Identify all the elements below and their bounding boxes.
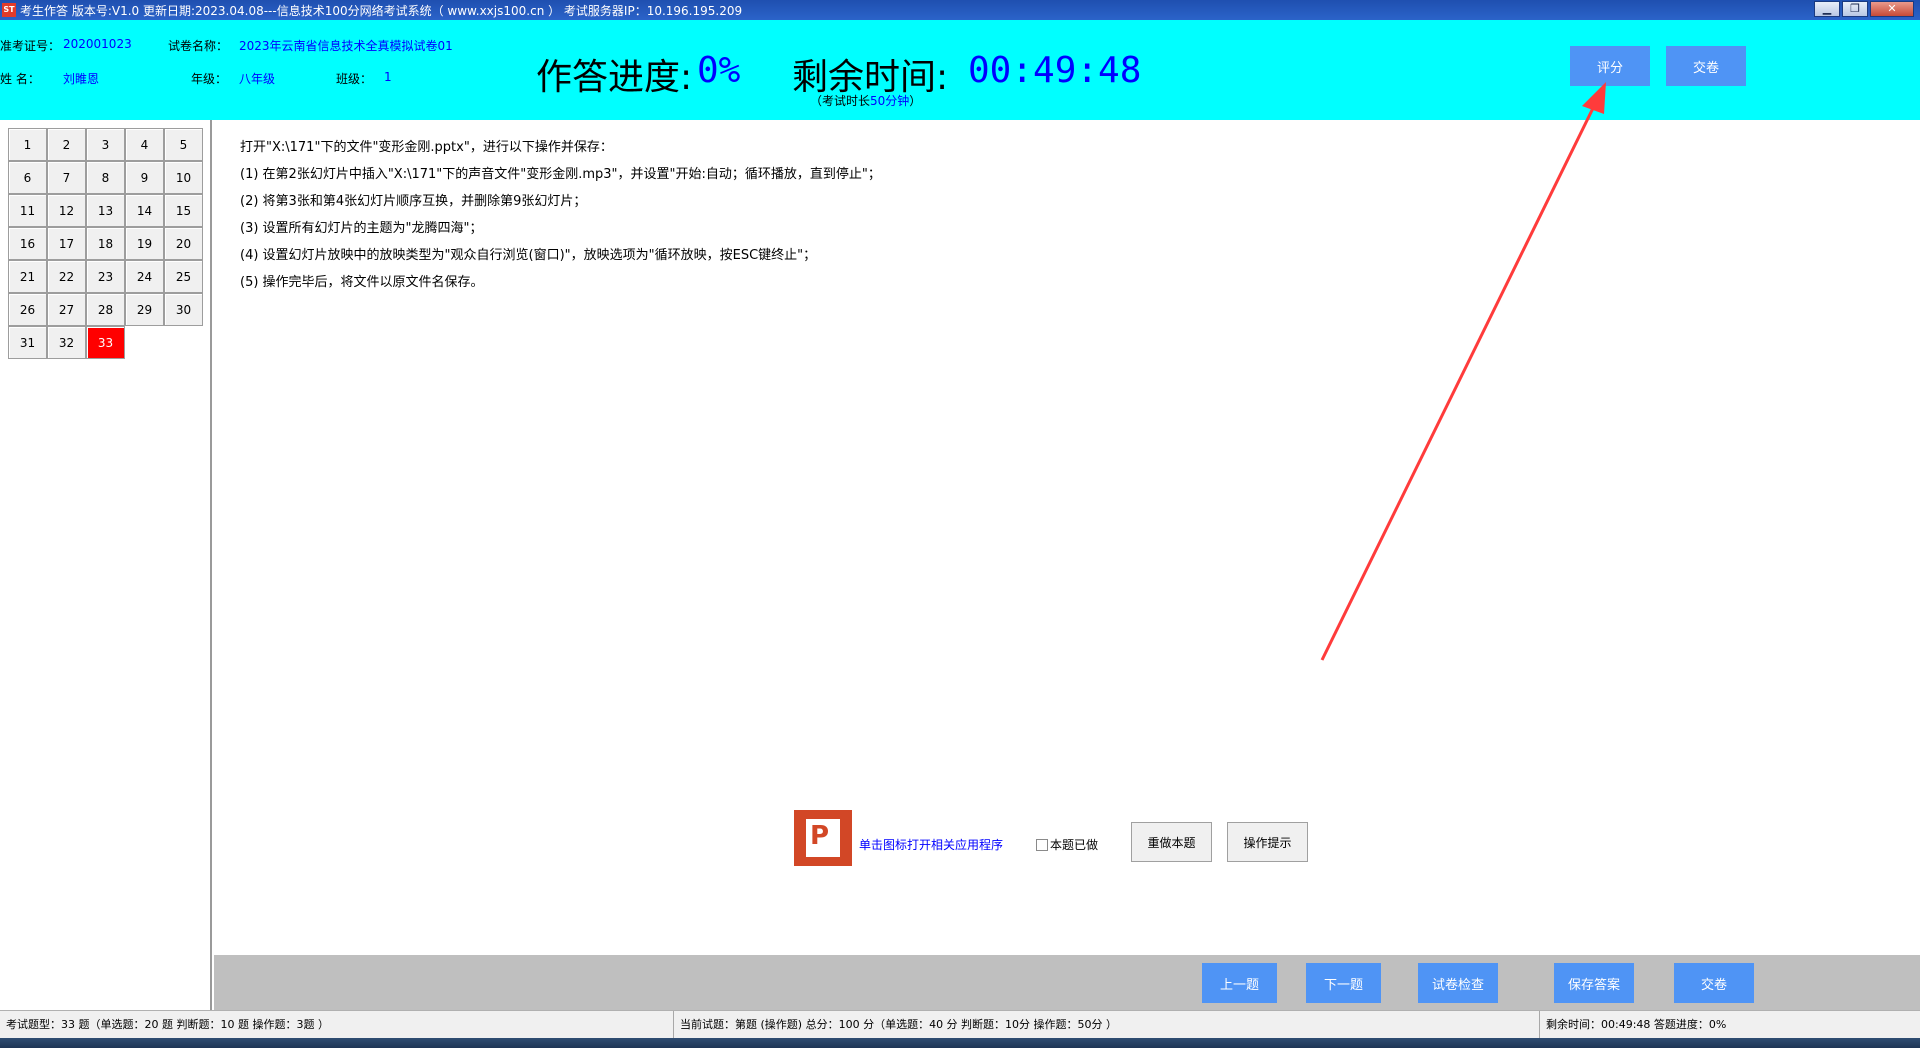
score-button[interactable]: 评分 [1570, 46, 1650, 86]
question-content: 打开"X:\171"下的文件"变形金刚.pptx"，进行以下操作并保存： (1) … [214, 120, 1920, 955]
question-cell[interactable]: 15 [164, 194, 203, 227]
question-cell[interactable]: 21 [8, 260, 47, 293]
done-checkbox-label: 本题已做 [1050, 838, 1099, 852]
grade-value: 八年级 [239, 72, 276, 86]
restore-button[interactable]: ❐ [1842, 1, 1868, 17]
question-cell[interactable]: 27 [47, 293, 86, 326]
question-grid: 1 2 3 4 5 6 7 8 9 10 11 12 13 14 15 16 17 18 19 20 21 22 23 24 2… [8, 128, 203, 359]
question-cell[interactable]: 22 [47, 260, 86, 293]
question-cell[interactable]: 29 [125, 293, 164, 326]
question-cell[interactable]: 16 [8, 227, 47, 260]
question-cell[interactable]: 23 [86, 260, 125, 293]
question-cell[interactable]: 4 [125, 128, 164, 161]
question-line: (1) 在第2张幻灯片中插入"X:\171"下的声音文件"变形金刚.mp3"，并… [240, 167, 881, 182]
question-text: 打开"X:\171"下的文件"变形金刚.pptx"，进行以下操作并保存： (1) … [240, 134, 881, 296]
done-checkbox[interactable]: 本题已做 [1036, 836, 1098, 853]
name-label: 姓 名： [0, 72, 40, 86]
question-cell[interactable]: 33 [86, 326, 125, 359]
question-cell[interactable]: 32 [47, 326, 86, 359]
close-button[interactable]: ✕ [1870, 1, 1914, 17]
status-bar: 考试题型：33 题（单选题：20 题 判断题：10 题 操作题：3题 ） 当前试… [0, 1010, 1920, 1039]
submit-bottom-button[interactable]: 交卷 [1674, 963, 1754, 1003]
class-value: 1 [384, 70, 392, 84]
question-cell[interactable]: 12 [47, 194, 86, 227]
redo-button[interactable]: 重做本题 [1131, 822, 1212, 862]
question-cell[interactable]: 10 [164, 161, 203, 194]
question-cell[interactable]: 9 [125, 161, 164, 194]
checkbox-box[interactable] [1036, 838, 1048, 851]
bottom-action-bar: 上一题 下一题 试卷检查 保存答案 交卷 [214, 955, 1920, 1010]
question-cell[interactable]: 6 [8, 161, 47, 194]
grade-label: 年级： [191, 72, 228, 86]
question-cell[interactable]: 1 [8, 128, 47, 161]
os-taskbar [0, 1038, 1920, 1048]
progress-label: 作答进度: [536, 57, 693, 98]
question-cell[interactable]: 14 [125, 194, 164, 227]
exam-id-label: 准考证号： [0, 39, 61, 53]
class-label: 班级： [336, 72, 373, 86]
question-line: (3) 设置所有幻灯片的主题为"龙腾四海"； [240, 221, 483, 236]
question-cell[interactable]: 24 [125, 260, 164, 293]
question-line: (4) 设置幻灯片放映中的放映类型为"观众自行浏览(窗口)"，放映选项为"循环放… [240, 248, 817, 263]
status-current-question: 当前试题：第题 (操作题) 总分：100 分（单选题：40 分 判断题：10分 … [674, 1011, 1540, 1039]
question-cell[interactable]: 25 [164, 260, 203, 293]
check-paper-button[interactable]: 试卷检查 [1418, 963, 1498, 1003]
question-cell[interactable]: 11 [8, 194, 47, 227]
next-question-button[interactable]: 下一题 [1306, 963, 1381, 1003]
question-navigator: 1 2 3 4 5 6 7 8 9 10 11 12 13 14 15 16 17 18 19 20 21 22 23 24 2… [0, 120, 212, 1010]
paper-label: 试卷名称： [168, 39, 229, 53]
name-value: 刘睢恩 [63, 72, 100, 86]
question-cell[interactable]: 28 [86, 293, 125, 326]
minimize-button[interactable]: ▁ [1814, 1, 1840, 17]
save-answer-button[interactable]: 保存答案 [1554, 963, 1634, 1003]
status-time-progress: 剩余时间：00:49:48 答题进度：0% [1546, 1018, 1727, 1031]
question-cell[interactable]: 30 [164, 293, 203, 326]
progress-value: 0% [697, 50, 741, 91]
window-title-bar: ST 考生作答 版本号:V1.0 更新日期:2023.04.08---信息技术1… [0, 0, 1920, 20]
exam-header: 准考证号： 202001023 试卷名称： 2023年云南省信息技术全真模拟试卷… [0, 20, 1920, 120]
hint-button[interactable]: 操作提示 [1227, 822, 1308, 862]
prev-question-button[interactable]: 上一题 [1202, 963, 1277, 1003]
open-app-link[interactable]: 单击图标打开相关应用程序 [859, 836, 1003, 853]
question-cell[interactable]: 5 [164, 128, 203, 161]
question-cell[interactable]: 13 [86, 194, 125, 227]
submit-top-button[interactable]: 交卷 [1666, 46, 1746, 86]
question-cell[interactable]: 19 [125, 227, 164, 260]
window-title: 考生作答 版本号:V1.0 更新日期:2023.04.08---信息技术100分… [20, 3, 743, 18]
question-line: 打开"X:\171"下的文件"变形金刚.pptx"，进行以下操作并保存： [240, 140, 613, 155]
question-cell[interactable]: 26 [8, 293, 47, 326]
app-logo-icon: ST [2, 3, 16, 17]
question-cell[interactable]: 18 [86, 227, 125, 260]
exam-id-value: 202001023 [63, 37, 132, 51]
question-cell[interactable]: 8 [86, 161, 125, 194]
paper-value: 2023年云南省信息技术全真模拟试卷01 [239, 39, 453, 53]
question-cell[interactable]: 17 [47, 227, 86, 260]
question-cell[interactable]: 7 [47, 161, 86, 194]
question-line: (5) 操作完毕后，将文件以原文件名保存。 [240, 275, 484, 290]
remaining-time-value: 00:49:48 [968, 50, 1142, 91]
exam-duration-note: （考试时长50分钟） [810, 94, 922, 108]
question-cell[interactable]: 3 [86, 128, 125, 161]
status-question-types: 考试题型：33 题（单选题：20 题 判断题：10 题 操作题：3题 ） [0, 1011, 674, 1039]
powerpoint-icon[interactable] [794, 810, 852, 866]
question-cell[interactable]: 20 [164, 227, 203, 260]
question-cell[interactable]: 2 [47, 128, 86, 161]
question-cell[interactable]: 31 [8, 326, 47, 359]
question-line: (2) 将第3张和第4张幻灯片顺序互换，并删除第9张幻灯片； [240, 194, 587, 209]
window-controls: ▁ ❐ ✕ [1814, 1, 1914, 17]
